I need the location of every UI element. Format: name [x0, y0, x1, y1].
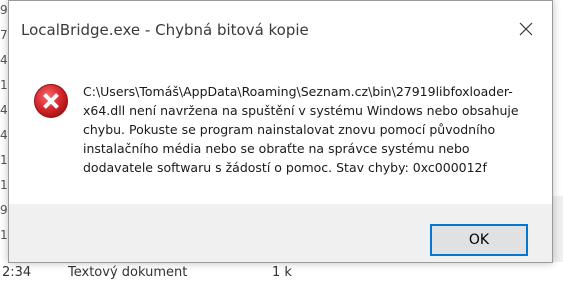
dialog-footer: OK — [9, 204, 552, 262]
background-file-row[interactable]: 2:34 Textový dokument 1 k — [0, 262, 563, 282]
dialog-body: C:\Users\Tomáš\AppData\Roaming\Seznam.cz… — [9, 57, 552, 204]
file-time: 2:34 — [2, 265, 32, 280]
file-size: 1 k — [272, 265, 292, 280]
close-button[interactable] — [512, 15, 540, 43]
ok-button[interactable]: OK — [430, 224, 528, 256]
file-type: Textový dokument — [68, 265, 188, 280]
error-message: C:\Users\Tomáš\AppData\Roaming\Seznam.cz… — [83, 84, 519, 175]
error-icon — [34, 84, 68, 118]
close-icon — [519, 22, 533, 36]
error-dialog: LocalBridge.exe - Chybná bitová kopie C:… — [8, 0, 553, 263]
dialog-titlebar[interactable]: LocalBridge.exe - Chybná bitová kopie — [9, 1, 552, 57]
dialog-title: LocalBridge.exe - Chybná bitová kopie — [21, 21, 309, 39]
